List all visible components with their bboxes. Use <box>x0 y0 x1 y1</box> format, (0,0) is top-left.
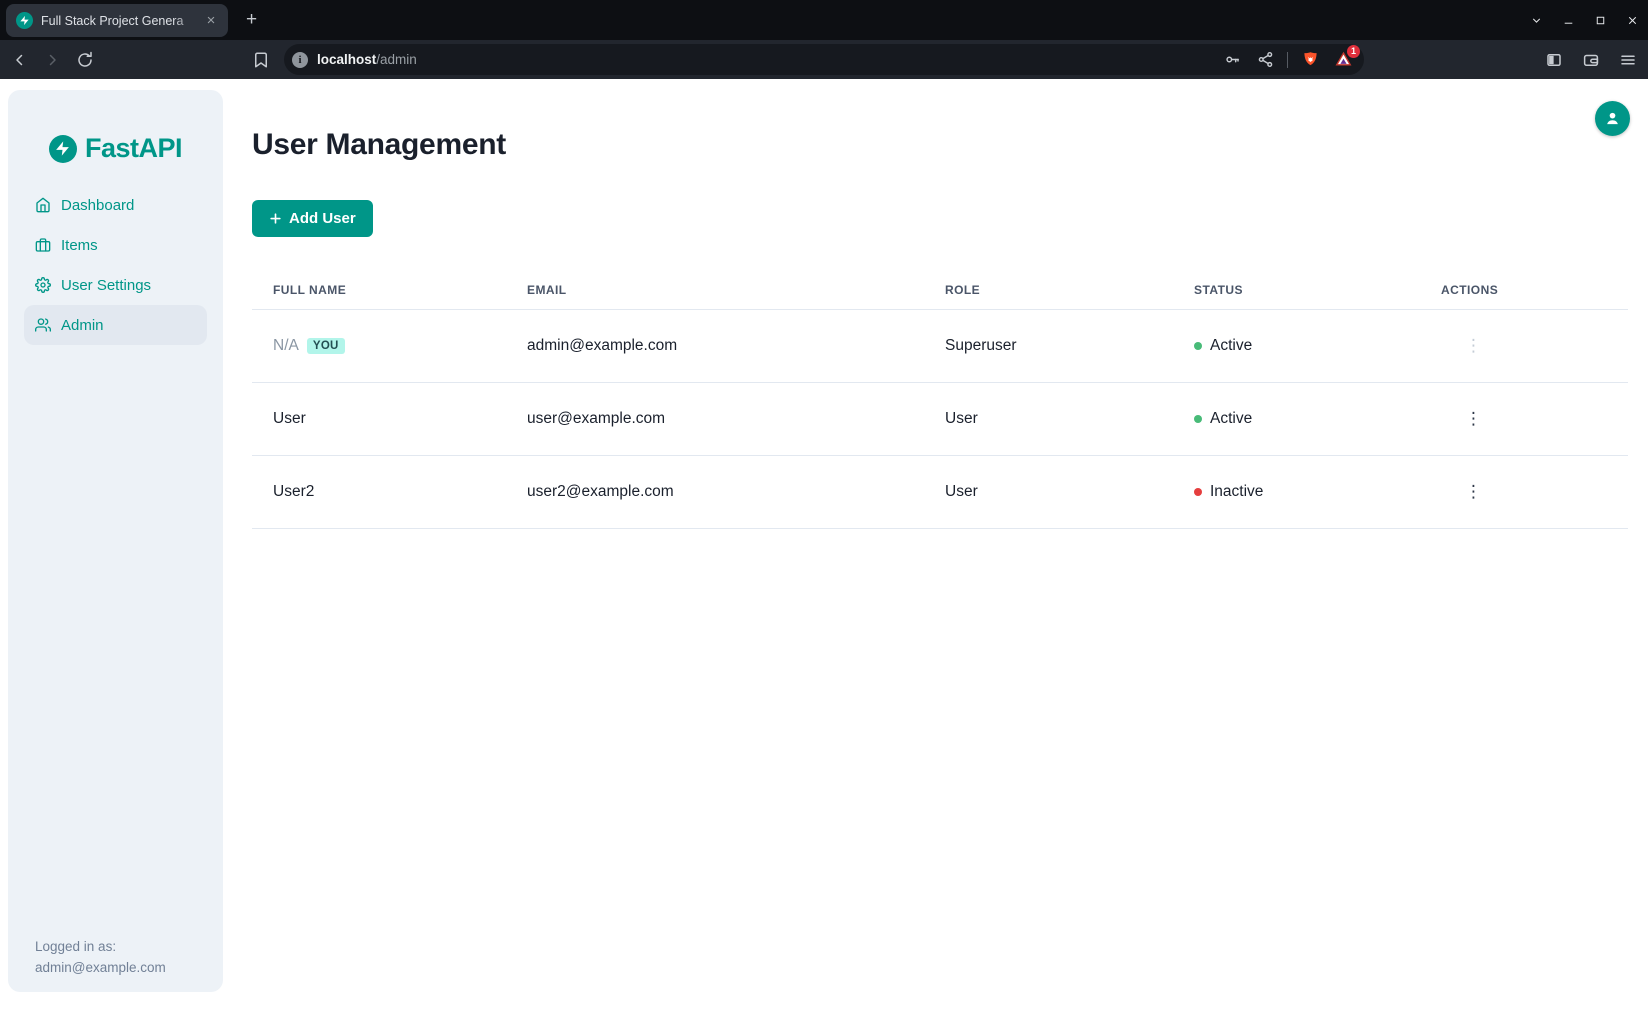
status-dot-active <box>1194 342 1202 350</box>
col-header-role: ROLE <box>924 283 1173 297</box>
user-menu-button[interactable] <box>1595 101 1630 136</box>
tab-search-chevron-icon[interactable] <box>1520 0 1552 40</box>
table-row: User2 user2@example.com User Inactive ⋮ <box>252 456 1628 529</box>
you-badge: YOU <box>307 338 345 354</box>
brave-shield-icon[interactable] <box>1299 49 1321 71</box>
fastapi-favicon-icon <box>16 12 33 29</box>
users-icon <box>35 317 51 333</box>
cell-actions: ⋮ <box>1420 408 1628 430</box>
new-tab-button[interactable]: + <box>242 11 261 30</box>
browser-tab[interactable]: Full Stack Project Genera × <box>6 4 228 37</box>
forward-button[interactable] <box>40 48 64 72</box>
back-button[interactable] <box>8 48 32 72</box>
sidebar-item-label: Admin <box>61 317 104 334</box>
row-actions-menu-icon[interactable]: ⋮ <box>1459 408 1488 430</box>
add-user-label: Add User <box>289 210 356 227</box>
browser-window: Full Stack Project Genera × + <box>0 0 1648 1025</box>
sidebar: FastAPI Dashboard Items User Settings A <box>8 90 223 992</box>
address-bar[interactable]: i localhost/admin 1 <box>284 44 1364 75</box>
sidebar-item-label: User Settings <box>61 277 151 294</box>
sidebar-item-dashboard[interactable]: Dashboard <box>24 185 207 225</box>
row-actions-menu-icon: ⋮ <box>1459 335 1488 357</box>
maximize-button[interactable] <box>1584 0 1616 40</box>
reload-button[interactable] <box>73 48 97 72</box>
cell-full-name: User <box>252 410 506 428</box>
col-header-status: STATUS <box>1173 283 1420 297</box>
wallet-icon[interactable] <box>1579 48 1603 72</box>
logged-in-email: admin@example.com <box>35 957 166 978</box>
cell-status: Active <box>1173 337 1420 355</box>
cell-role: Superuser <box>924 337 1173 355</box>
tab-title: Full Stack Project Genera <box>41 14 202 28</box>
cell-full-name: User2 <box>252 483 506 501</box>
cell-status: Active <box>1173 410 1420 428</box>
cell-actions: ⋮ <box>1420 481 1628 503</box>
tab-strip: Full Stack Project Genera × + <box>0 0 1648 40</box>
sidebar-item-label: Items <box>61 237 98 254</box>
logged-in-label: Logged in as: <box>35 936 166 957</box>
site-info-icon[interactable]: i <box>292 52 308 68</box>
minimize-button[interactable] <box>1552 0 1584 40</box>
url-path: /admin <box>376 52 417 67</box>
col-header-actions: ACTIONS <box>1420 283 1628 297</box>
share-icon[interactable] <box>1254 49 1276 71</box>
cell-email: admin@example.com <box>506 337 924 355</box>
menu-hamburger-icon[interactable] <box>1616 48 1640 72</box>
sidebar-item-user-settings[interactable]: User Settings <box>24 265 207 305</box>
table-header-row: FULL NAME EMAIL ROLE STATUS ACTIONS <box>252 270 1628 310</box>
plus-icon <box>269 212 282 225</box>
tab-close-icon[interactable]: × <box>202 12 220 30</box>
close-window-button[interactable] <box>1616 0 1648 40</box>
table-row: N/A YOU admin@example.com Superuser Acti… <box>252 310 1628 383</box>
cell-email: user2@example.com <box>506 483 924 501</box>
table-row: User user@example.com User Active ⋮ <box>252 383 1628 456</box>
status-dot-active <box>1194 415 1202 423</box>
cell-role: User <box>924 410 1173 428</box>
briefcase-icon <box>35 237 51 253</box>
rewards-badge: 1 <box>1347 45 1360 58</box>
cell-status: Inactive <box>1173 483 1420 501</box>
logged-in-footer: Logged in as: admin@example.com <box>35 936 166 978</box>
bookmark-icon[interactable] <box>249 48 273 72</box>
fastapi-logo: FastAPI <box>8 90 223 164</box>
password-key-icon[interactable] <box>1221 49 1243 71</box>
status-dot-inactive <box>1194 488 1202 496</box>
cell-role: User <box>924 483 1173 501</box>
sidebar-nav: Dashboard Items User Settings Admin <box>24 185 207 345</box>
col-header-full-name: FULL NAME <box>252 283 506 297</box>
user-icon <box>1604 110 1621 127</box>
row-actions-menu-icon[interactable]: ⋮ <box>1459 481 1488 503</box>
url-text[interactable]: localhost/admin <box>317 52 1210 67</box>
sidebar-item-items[interactable]: Items <box>24 225 207 265</box>
cell-email: user@example.com <box>506 410 924 428</box>
sidebar-panel-icon[interactable] <box>1542 48 1566 72</box>
fastapi-bolt-icon <box>49 135 77 163</box>
logo-text: FastAPI <box>85 133 182 164</box>
url-host: localhost <box>317 52 376 67</box>
sidebar-item-admin[interactable]: Admin <box>24 305 207 345</box>
home-icon <box>35 197 51 213</box>
brave-rewards-icon[interactable]: 1 <box>1332 49 1354 71</box>
gear-icon <box>35 277 51 293</box>
cell-actions: ⋮ <box>1420 335 1628 357</box>
app-page: FastAPI Dashboard Items User Settings A <box>0 79 1648 1025</box>
divider <box>1287 52 1288 68</box>
page-title: User Management <box>252 128 506 162</box>
col-header-email: EMAIL <box>506 283 924 297</box>
sidebar-item-label: Dashboard <box>61 197 134 214</box>
add-user-button[interactable]: Add User <box>252 200 373 237</box>
cell-full-name: N/A YOU <box>252 337 506 355</box>
users-table: FULL NAME EMAIL ROLE STATUS ACTIONS N/A … <box>252 270 1628 529</box>
